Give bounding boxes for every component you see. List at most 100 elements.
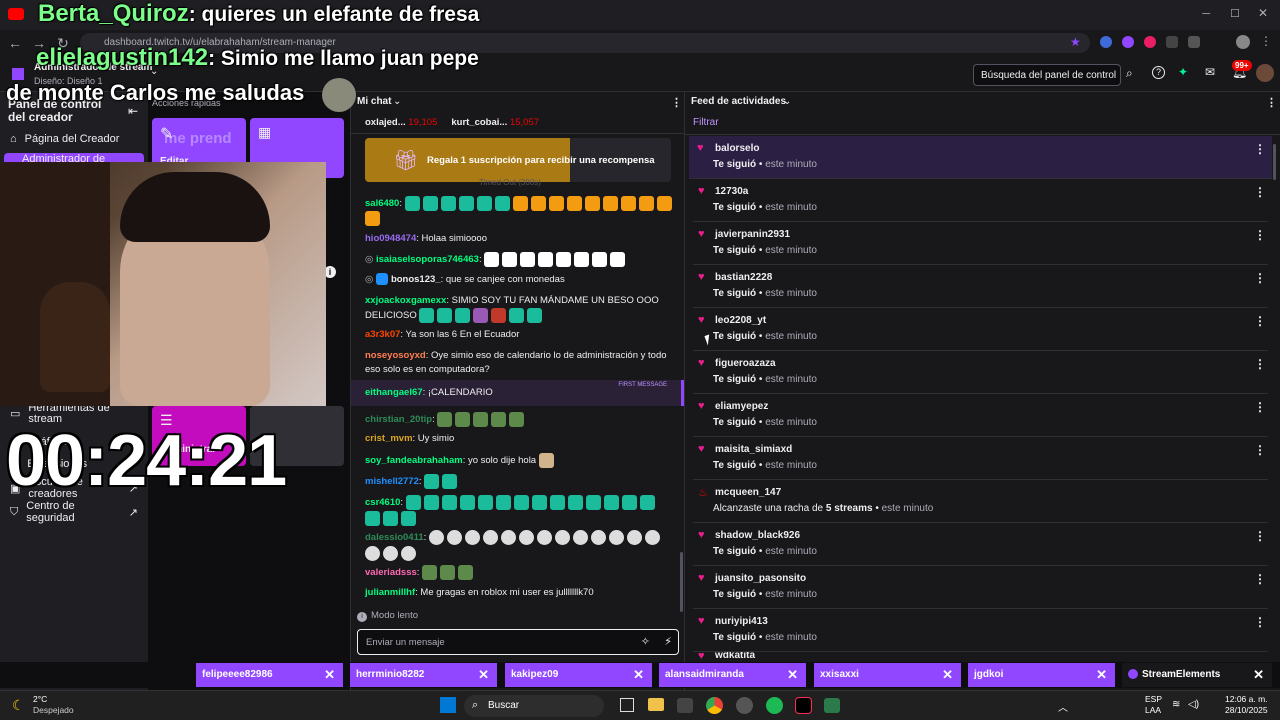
feed-item[interactable]: ♥ shadow_black926 Te siguió • este minut…	[693, 523, 1268, 566]
item-menu-icon[interactable]: ⋮	[1254, 185, 1266, 199]
file-explorer-icon[interactable]	[648, 698, 664, 711]
camera-icon: ▭	[10, 407, 21, 420]
chevron-down-icon[interactable]: ⌄	[393, 96, 401, 107]
tts-alert-line-1: elielagustin142: Simio me llamo juan pep…	[36, 44, 479, 71]
popout-tabs-bar: felipeeee82986 ✕ herrminio8282 ✕ kakipez09…	[0, 662, 1280, 688]
feed-item[interactable]: ♥ juansito_pasonsito Te siguió • este mi…	[693, 566, 1268, 609]
close-window-icon[interactable]: ✕	[1258, 6, 1268, 20]
close-icon[interactable]: ✕	[787, 667, 798, 683]
extension-icon[interactable]	[1166, 36, 1178, 48]
plush-toy-shape	[40, 282, 110, 392]
help-icon[interactable]: ?	[1152, 66, 1165, 79]
item-menu-icon[interactable]: ⋮	[1254, 357, 1266, 371]
feed-item[interactable]: ♥ bastian2228 Te siguió • este minuto ⋮	[693, 265, 1268, 308]
chat-input[interactable]: Enviar un mensaje ✧ ⚡︎	[357, 629, 679, 655]
sidebar-item-safety-center[interactable]: ⛉ Centro de seguridad ↗	[0, 500, 148, 524]
volume-icon[interactable]: ◁︎)	[1188, 699, 1199, 710]
youtube-icon[interactable]	[8, 8, 24, 20]
close-icon[interactable]: ✕	[324, 667, 335, 683]
feed-item[interactable]: ♥ wdkatita	[693, 652, 1268, 662]
bits-icon[interactable]: ⚡︎	[664, 635, 672, 648]
close-icon[interactable]: ✕	[942, 667, 953, 683]
external-link-icon: ↗	[128, 506, 138, 519]
popout-tab-active[interactable]: StreamElements ✕	[1122, 663, 1272, 687]
hamburger-menu-icon[interactable]	[12, 68, 24, 80]
feed-scrollbar[interactable]	[1273, 144, 1276, 180]
sidebar-item-home[interactable]: ⌂ Página del Creador	[0, 127, 148, 151]
feed-item[interactable]: ♥ eliamyepez Te siguió • este minuto ⋮	[693, 394, 1268, 437]
item-menu-icon[interactable]: ⋮	[1254, 443, 1266, 457]
minimize-icon[interactable]: ─	[1202, 8, 1210, 20]
popout-tab[interactable]: jgdkoi ✕	[968, 663, 1115, 687]
language-indicator[interactable]: ESP	[1145, 694, 1162, 704]
item-menu-icon[interactable]: ⋮	[1254, 271, 1266, 285]
inbox-icon[interactable]: ✉	[1205, 65, 1215, 79]
app-icon[interactable]	[824, 698, 840, 713]
feed-item[interactable]: ♥ javierpanin2931 Te siguió • este minut…	[693, 222, 1268, 265]
flame-icon: ♨	[698, 487, 708, 499]
clock-date[interactable]: 28/10/2025	[1225, 705, 1268, 715]
popout-tab[interactable]: alansaidmiranda ✕	[659, 663, 806, 687]
webcam-overlay	[0, 162, 326, 406]
extension-icon[interactable]	[1122, 36, 1134, 48]
popout-tab[interactable]: felipeeee82986 ✕	[196, 663, 343, 687]
extension-icon[interactable]	[1100, 36, 1112, 48]
extensions-bar	[1100, 36, 1250, 50]
user-avatar[interactable]	[1256, 64, 1274, 82]
item-menu-icon[interactable]: ⋮	[1254, 314, 1266, 328]
bookmark-star-icon[interactable]: ★	[1070, 35, 1081, 49]
spotify-icon[interactable]	[766, 697, 783, 714]
close-icon[interactable]: ✕	[1253, 667, 1264, 683]
donation-alert: Berta_Quiroz: quieres un elefante de fre…	[38, 0, 480, 27]
feed-item[interactable]: ♥ maisita_simiaxd Te siguió • este minut…	[693, 437, 1268, 480]
store-icon[interactable]	[677, 698, 693, 713]
item-menu-icon[interactable]: ⋮	[1254, 142, 1266, 156]
back-icon[interactable]: ←	[4, 32, 26, 54]
item-menu-icon[interactable]: ⋮	[1254, 529, 1266, 543]
feed-item[interactable]: ♥ figueroazaza Te siguió • este minuto ⋮	[693, 351, 1268, 394]
feed-item[interactable]: ♥ leo2208_yt Te siguió • este minuto ⋮	[693, 308, 1268, 351]
clock-time[interactable]: 12:06 a. m.	[1225, 694, 1268, 704]
maximize-icon[interactable]: ☐	[1230, 7, 1240, 20]
feed-item[interactable]: ♨ mcqueen_147 Alcanzaste una racha de 5 …	[693, 480, 1268, 523]
chat-message: soy_fandeabrahaham: yo solo dije hola	[365, 453, 675, 468]
leader-entry[interactable]: oxlajed... 19,105	[365, 117, 437, 128]
collapse-sidebar-icon[interactable]: ⇤	[128, 104, 138, 118]
leader-entry[interactable]: kurt_cobai... 15,057	[451, 117, 539, 128]
chrome-icon[interactable]	[706, 697, 723, 714]
chevron-down-icon[interactable]: ⌄	[783, 96, 791, 107]
feed-item[interactable]: ♥ balorselo Te siguió • este minuto ⋮	[689, 136, 1272, 179]
popout-tab[interactable]: herrminio8282 ✕	[350, 663, 497, 687]
extension-icon[interactable]	[1144, 36, 1156, 48]
search-icon[interactable]: ⌕	[1126, 66, 1133, 81]
item-menu-icon[interactable]: ⋮	[1254, 228, 1266, 242]
close-icon[interactable]: ✕	[478, 667, 489, 683]
tray-chevron-icon[interactable]: ︿	[1058, 699, 1068, 714]
item-menu-icon[interactable]: ⋮	[1254, 400, 1266, 414]
task-view-icon[interactable]	[620, 698, 634, 712]
emote-picker-icon[interactable]: ✧	[641, 635, 650, 648]
sparkle-icon[interactable]: ✦	[1178, 65, 1188, 79]
search-input[interactable]: Búsqueda del panel de control	[973, 64, 1121, 86]
browser-menu-icon[interactable]: ⋮	[1260, 34, 1272, 48]
taskbar-search[interactable]: ⌕ Buscar	[464, 695, 604, 717]
item-menu-icon[interactable]: ⋮	[1254, 615, 1266, 629]
close-icon[interactable]: ✕	[633, 667, 644, 683]
feed-item[interactable]: ♥ 12730a Te siguió • este minuto ⋮	[693, 179, 1268, 222]
close-icon[interactable]: ✕	[1096, 667, 1107, 683]
obs-icon[interactable]	[736, 697, 753, 714]
wifi-icon[interactable]: ≋	[1172, 699, 1180, 710]
chat-menu-icon[interactable]: ⋮	[671, 96, 682, 109]
profile-avatar[interactable]	[1236, 35, 1250, 49]
gift-sub-banner[interactable]: 🎁︎ Regala 1 suscripción para recibir una…	[365, 138, 671, 182]
puzzle-icon[interactable]	[1188, 36, 1200, 48]
chat-scrollbar[interactable]	[680, 552, 683, 612]
feed-menu-icon[interactable]: ⋮	[1266, 96, 1277, 109]
item-menu-icon[interactable]: ⋮	[1254, 572, 1266, 586]
feed-item[interactable]: ♥ nuriyipi413 Te siguió • este minuto ⋮	[693, 609, 1268, 652]
tiktok-icon[interactable]	[795, 697, 812, 714]
windows-start-icon[interactable]	[440, 697, 456, 713]
filter-button[interactable]: Filtrar	[693, 117, 719, 128]
popout-tab[interactable]: kakipez09 ✕	[505, 663, 652, 687]
popout-tab[interactable]: xxisaxxi ✕	[814, 663, 961, 687]
